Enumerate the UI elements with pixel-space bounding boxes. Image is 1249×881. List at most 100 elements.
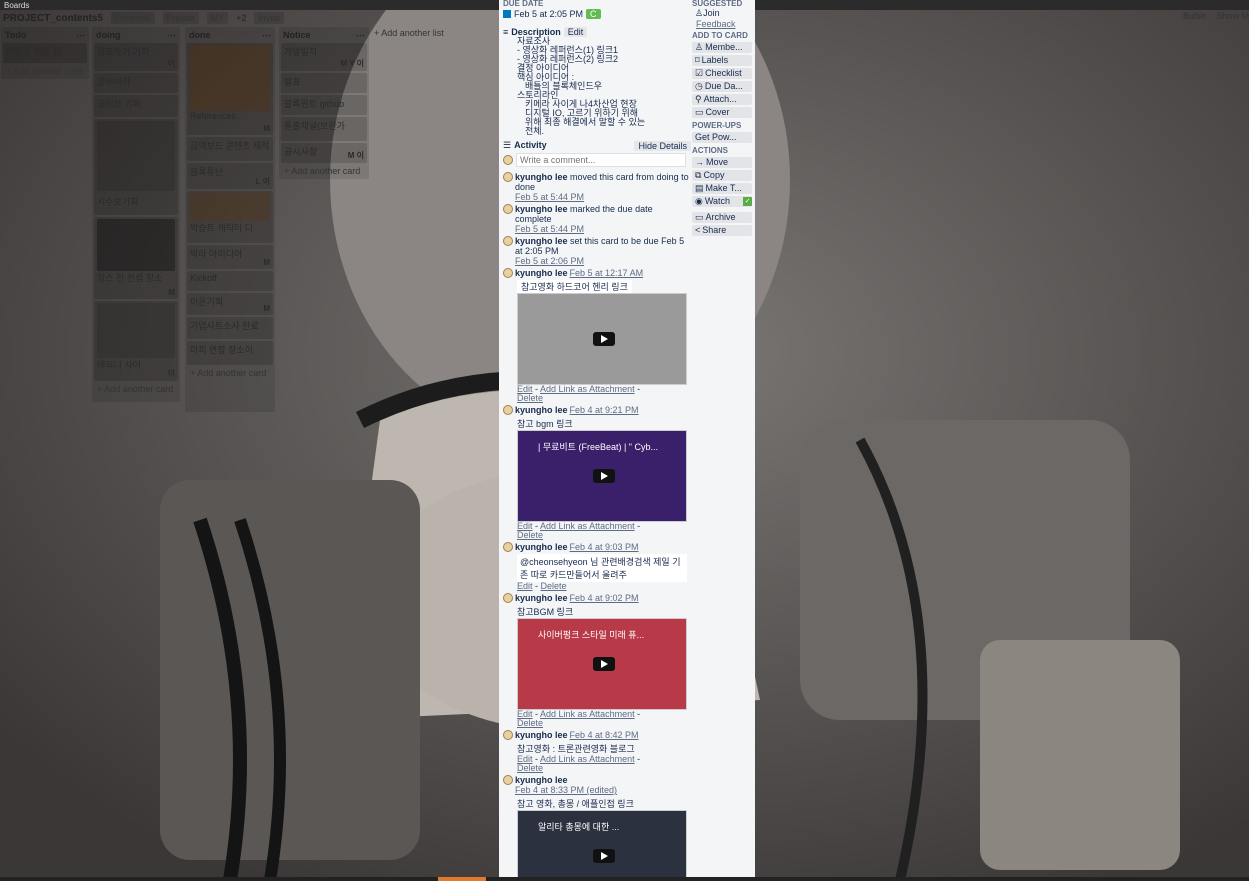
boards-button[interactable]: Boards [4,1,29,10]
taskbar [0,877,1249,881]
card[interactable]: 시수보기회 [94,119,178,215]
video-embed[interactable]: 알리타 총몽에 대한 ... [517,810,687,877]
video-embed[interactable]: | 무료비트 (FreeBeat) | " Cyb... [517,430,687,522]
person-icon: ♙ [695,8,704,18]
watch-button[interactable]: ◉ Watch ✓ [692,196,752,207]
card[interactable]: 장스 판 컨셉 장소 M [94,217,178,299]
get-powerups-button[interactable]: Get Pow... [692,132,752,143]
share-button[interactable]: < Share [692,225,752,236]
add-card-button[interactable]: + Add another card [281,165,367,177]
member-count[interactable]: +2 [236,13,246,23]
due-date-value[interactable]: Feb 5 at 2:05 PM [514,9,583,19]
team-button[interactable]: MY [206,12,229,24]
list-title[interactable]: doing [96,30,121,40]
comment-input[interactable] [516,153,686,167]
feedback-link[interactable]: Feedback [696,19,752,29]
due-date-button[interactable]: ◷ Due Da... [692,81,752,92]
card[interactable]: 박라 아이디어 M [187,245,273,269]
cover-button[interactable]: ▭ Cover [692,107,752,118]
list-menu-icon[interactable]: ⋯ [356,30,365,41]
comment-text: 참고 영화, 총몽 / 애플인접 링크 [517,799,634,809]
avatar [503,775,513,785]
archive-button[interactable]: ▭ Archive [692,212,752,223]
join-button[interactable]: ♙Join [695,8,752,19]
activity-feed: kyungho lee moved this card from doing t… [503,172,691,877]
list-menu-icon[interactable]: ⋯ [76,30,85,41]
card[interactable]: 웅버셔리 [94,73,178,93]
comment-text: 참고BGM 링크 [517,607,574,617]
add-card-button[interactable]: + Add another card [94,383,178,395]
template-icon: ▤ [695,183,704,193]
members-button[interactable]: ♙ Membe... [692,42,752,53]
description-edit-button[interactable]: Edit [563,27,588,37]
card[interactable]: 공리브 기획 [94,95,178,117]
add-list-button[interactable]: + Add another list [374,28,444,38]
embed-actions: Edit - Add Link as Attachment - Delete [517,521,641,540]
activity-entry: kyungho lee moved this card from doing t… [503,172,691,202]
copy-button[interactable]: ⧉ Copy [692,170,752,181]
attachment-button[interactable]: ⚲ Attach... [692,94,752,105]
personal-button[interactable]: Personal [111,12,155,24]
invite-button[interactable]: Invite [254,12,284,24]
comment-entry: kyungho lee Feb 4 at 9:02 PM 참고BGM 링크 사이… [503,593,691,728]
card[interactable]: 블록원트 github [281,95,367,115]
label-icon: ⌑ [695,55,700,65]
show-menu-button[interactable]: Show M [1216,11,1249,21]
eye-icon: ◉ [695,196,703,206]
add-card-button[interactable]: + Add another card [3,65,87,77]
card[interactable]: 개발일지 M Y 이 [281,43,367,71]
card[interactable]: 블록튜난 L 이 [187,163,273,189]
checklist-button[interactable]: ☑ Checklist [692,68,752,79]
card-main-column: DUE DATE Feb 5 at 2:05 PM C ≡ Descriptio… [503,0,691,877]
comment-text: @cheonsehyeon 님 관련배경검색 제일 기존 따로 카드만들어서 올… [517,554,687,582]
card[interactable]: 발표 [281,73,367,93]
play-icon[interactable] [593,657,615,671]
labels-button[interactable]: ⌑ Labels [692,55,752,66]
card[interactable]: 테되니 사이 이 [94,301,178,381]
visibility-button[interactable]: Private [162,12,199,24]
comment-text: 참고영화 하드코어 헨리 링크 [517,280,632,293]
card[interactable]: Kickoff [187,271,273,291]
list-menu-icon[interactable]: ⋯ [262,30,271,41]
archive-icon: ▭ [695,212,704,222]
make-template-button[interactable]: ▤ Make T... [692,183,752,194]
butler-button[interactable]: Butler [1183,11,1207,21]
actions-heading: ACTIONS [692,146,728,155]
avatar [503,268,513,278]
card[interactable]: References M [187,43,273,135]
video-embed[interactable] [517,293,687,385]
check-icon: ✓ [743,197,752,206]
list-title[interactable]: Notice [283,30,311,40]
move-button[interactable]: → Move [692,157,752,168]
person-icon: ♙ [695,42,704,52]
card[interactable]: 박승트 캐릭터 디 [187,191,273,243]
avatar [503,593,513,603]
list-title[interactable]: Todo [5,30,26,40]
list-todo: Todo ⋯ 리뷰스 연장 선 + Add another card [1,27,89,79]
card[interactable]: 이온기획 M [187,293,273,315]
add-card-button[interactable]: + Add another card [187,367,273,379]
description-body: 자료조사 - 영상화 레퍼런스(1) 링크1 - 영상화 레퍼런스(2) 링크2… [517,36,646,136]
hide-details-button[interactable]: Hide Details [634,140,691,151]
video-embed[interactable]: 사이버펑크 스타일 미래 퓨... [517,618,687,710]
play-icon[interactable] [593,469,615,483]
card[interactable]: 발표하기 기회 이 [94,43,178,71]
activity-icon: ☰ [503,140,512,150]
list-title[interactable]: done [189,30,211,40]
play-icon[interactable] [593,849,615,863]
active-task[interactable] [438,877,486,881]
card[interactable]: 공시사항 M 이 [281,143,367,163]
card[interactable]: 돌출채널(보완가 [281,117,367,141]
card[interactable]: 마피 연합 장소이 [187,341,273,365]
due-checkbox-icon[interactable] [503,10,511,18]
list-menu-icon[interactable]: ⋯ [167,30,176,41]
card[interactable]: 기업사트소사 완료 [187,317,273,339]
avatar [503,204,513,214]
avatar [503,172,513,182]
card[interactable]: 리뷰스 연장 선 [3,43,87,63]
card[interactable]: 금액보드 콘텐츠 제작 [187,137,273,161]
paperclip-icon: ⚲ [695,94,702,104]
board-title[interactable]: PROJECT_contents5 [3,13,103,24]
avatar [503,155,513,165]
play-icon[interactable] [593,332,615,346]
